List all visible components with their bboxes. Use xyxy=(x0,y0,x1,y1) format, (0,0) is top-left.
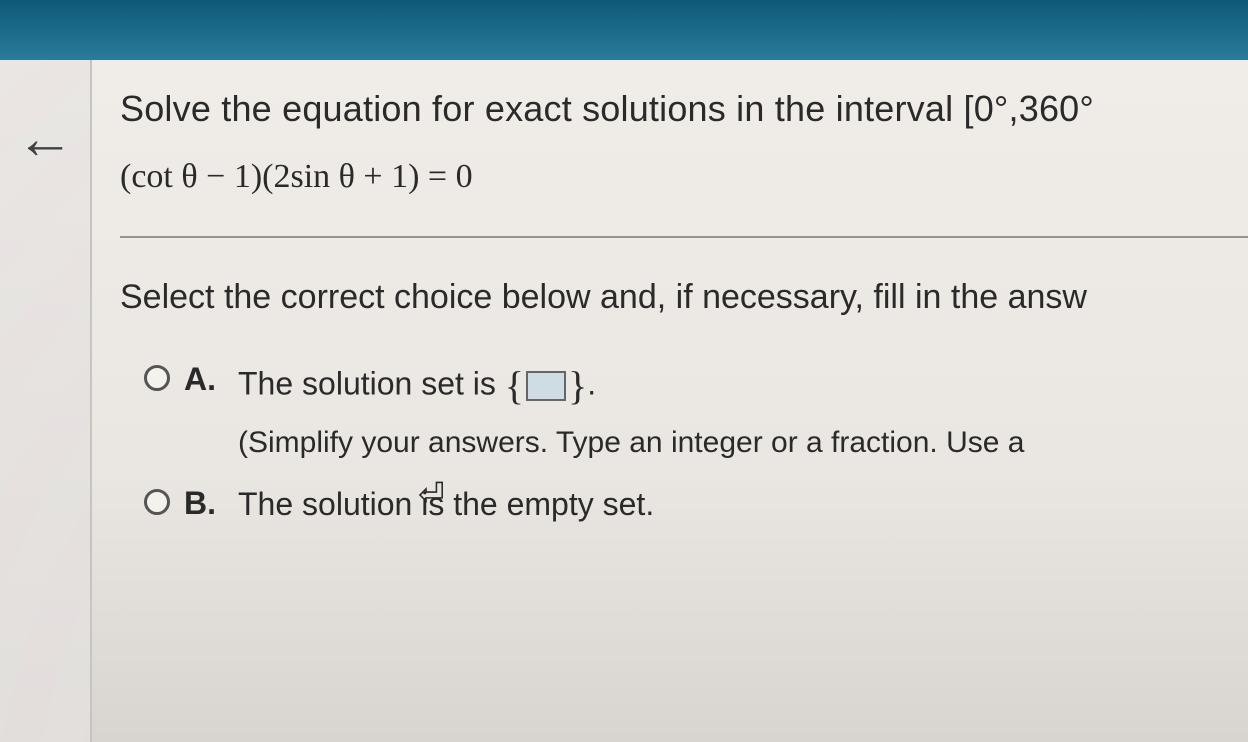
back-arrow-icon[interactable]: ← xyxy=(16,110,74,168)
choice-a-body: The solution set is {}. (Simplify your a… xyxy=(238,357,1024,465)
question-block: Solve the equation for exact solutions i… xyxy=(120,88,1248,238)
radio-a[interactable] xyxy=(144,365,170,391)
question-equation: (cot θ − 1)(2sin θ + 1) = 0 xyxy=(120,158,1248,196)
choice-a-text-before: The solution set is xyxy=(238,365,505,401)
question-instruction: Solve the equation for exact solutions i… xyxy=(120,88,1248,130)
choice-a-letter: A. xyxy=(184,361,224,398)
choice-a-row[interactable]: A. The solution set is {}. (Simplify you… xyxy=(120,357,1248,465)
choice-b-letter: B. xyxy=(184,485,224,522)
main-column: Solve the equation for exact solutions i… xyxy=(92,60,1248,742)
content-area: ← Solve the equation for exact solutions… xyxy=(0,60,1248,742)
back-column: ← xyxy=(0,60,92,742)
choice-b-text: The solution is the empty set. xyxy=(238,481,654,527)
choice-a-text-after: . xyxy=(587,365,596,401)
radio-b[interactable] xyxy=(144,489,170,515)
window-title-bar xyxy=(0,0,1248,60)
right-brace-icon: } xyxy=(568,363,587,408)
answer-prompt: Select the correct choice below and, if … xyxy=(120,278,1248,317)
choice-a-hint: (Simplify your answers. Type an integer … xyxy=(238,421,1024,465)
left-brace-icon: { xyxy=(505,363,524,408)
answer-input-box[interactable] xyxy=(526,371,566,401)
answer-block: Select the correct choice below and, if … xyxy=(120,238,1248,527)
choice-b-row[interactable]: B. The solution is the empty set. ⏎ xyxy=(120,481,1248,527)
